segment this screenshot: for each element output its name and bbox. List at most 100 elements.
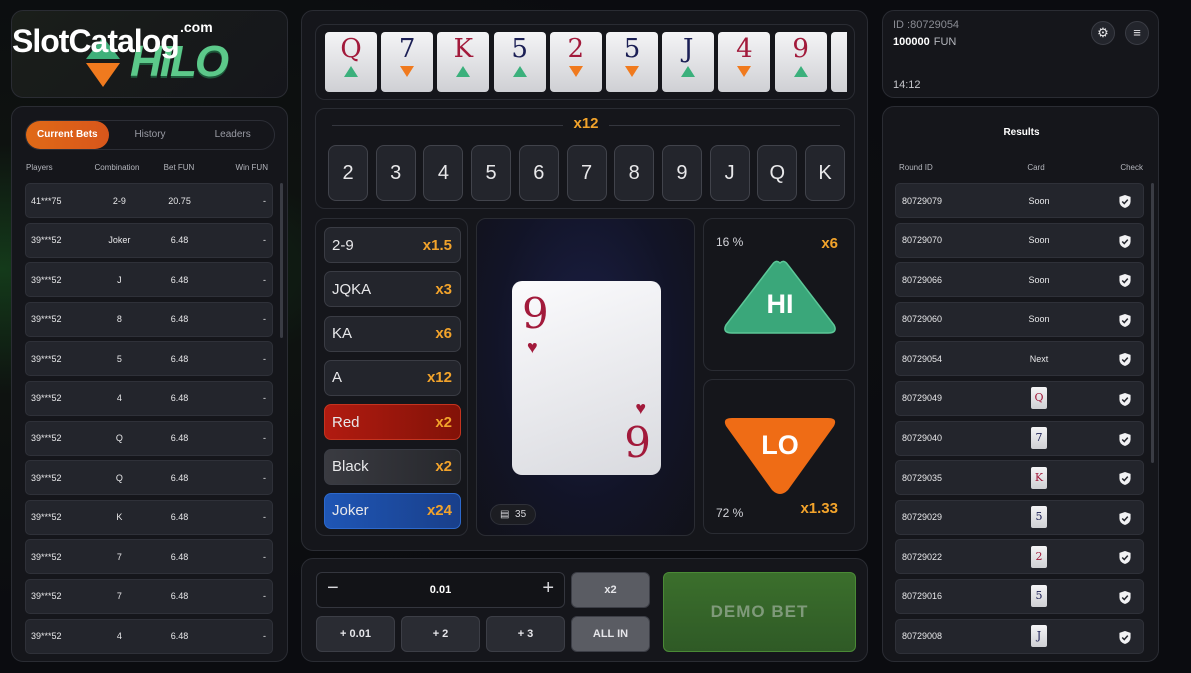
- result-card-cell: Soon: [1028, 195, 1050, 206]
- bets-scrollbar[interactable]: [280, 183, 283, 338]
- side-bet-black[interactable]: Black x2: [324, 448, 461, 485]
- side-bet-multiplier: x24: [426, 502, 452, 520]
- result-row[interactable]: 80729040 7: [895, 420, 1144, 456]
- hi-button[interactable]: HI: [722, 259, 838, 335]
- rank-button-8[interactable]: 8: [614, 145, 655, 201]
- shield-check-icon[interactable]: [1119, 274, 1131, 288]
- lo-bet-panel[interactable]: LO 72 % x1.33: [703, 379, 855, 534]
- account-panel: ID :80729054 100000 FUN ⚙ ≡ 14:12: [882, 10, 1159, 98]
- rank-button-7[interactable]: 7: [566, 145, 607, 201]
- side-bet-jqka[interactable]: JQKA x3: [324, 271, 461, 308]
- rank-button-3[interactable]: 3: [375, 145, 416, 201]
- combination: Q: [115, 472, 123, 483]
- lower-arrow-icon: [400, 66, 415, 77]
- player-name: 39***52: [31, 433, 62, 444]
- bet-row: 39***52 Joker 6.48 -: [25, 222, 273, 258]
- bet-row: 41***75 2-9 20.75 -: [25, 183, 273, 218]
- deck-count-badge: ▤ 35: [490, 504, 537, 525]
- rank-button-k[interactable]: K: [805, 145, 845, 201]
- result-card-cell: Soon: [1028, 235, 1050, 246]
- side-bet-a[interactable]: Ax12: [324, 359, 461, 396]
- stake-value[interactable]: 0.01: [317, 584, 564, 596]
- side-bet-ka[interactable]: KA x6: [324, 315, 461, 352]
- side-bet-joker[interactable]: Joker x24: [324, 492, 461, 529]
- add-001-button[interactable]: + 0.01: [316, 616, 395, 652]
- bet-row: 39***52 J 6.48 -: [25, 262, 273, 298]
- combination: 4: [116, 393, 122, 404]
- result-row[interactable]: 80729070 Soon: [895, 222, 1144, 258]
- result-card: Q: [1031, 387, 1047, 410]
- shield-check-icon[interactable]: [1119, 313, 1131, 327]
- round-id: 80729054: [902, 353, 943, 364]
- gear-icon[interactable]: ⚙: [1091, 21, 1115, 45]
- tab-history[interactable]: History: [109, 121, 192, 149]
- tab-current-bets[interactable]: Current Bets: [26, 121, 109, 149]
- combination: 5: [116, 353, 122, 364]
- result-row[interactable]: 80729035 K: [895, 460, 1144, 496]
- add-2-button[interactable]: + 2: [401, 616, 480, 652]
- increase-stake-button[interactable]: +: [542, 577, 554, 600]
- shield-check-icon[interactable]: [1119, 630, 1131, 644]
- shield-check-icon[interactable]: [1119, 195, 1131, 208]
- bet-amount: 6.48: [170, 591, 189, 602]
- history-card-rank: 4: [736, 34, 753, 64]
- col-win: Win FUN: [235, 163, 268, 172]
- history-card: 5: [493, 32, 546, 92]
- side-bet-red[interactable]: Red x2: [324, 404, 461, 441]
- rank-button-9[interactable]: 9: [661, 145, 702, 201]
- history-card: 7: [381, 32, 434, 92]
- rank-button-5[interactable]: 5: [471, 145, 512, 201]
- result-card-cell: J: [992, 625, 1086, 648]
- round-id: 80729049: [902, 393, 943, 404]
- shield-check-icon[interactable]: [1119, 551, 1131, 565]
- demo-bet-button[interactable]: DEMO BET: [663, 572, 856, 652]
- result-row[interactable]: 80729054 Next: [895, 341, 1144, 377]
- rank-button-4[interactable]: 4: [423, 145, 464, 201]
- shield-check-icon[interactable]: [1119, 234, 1131, 248]
- rank-button-q[interactable]: Q: [757, 145, 798, 201]
- combination: 7: [116, 551, 122, 562]
- result-row[interactable]: 80729049 Q: [895, 380, 1144, 416]
- result-row[interactable]: 80729022 2: [895, 539, 1144, 575]
- all-in-button[interactable]: ALL IN: [571, 616, 650, 652]
- menu-icon[interactable]: ≡: [1125, 21, 1149, 45]
- shield-check-icon[interactable]: [1119, 590, 1131, 604]
- result-row[interactable]: 80729016 5: [895, 578, 1144, 614]
- lo-arrow-icon: [86, 63, 120, 87]
- brand-watermark-suffix: .com: [180, 19, 213, 35]
- bets-list: 41***75 2-9 20.75- 39***52 Joker 6.48- 39***52…: [25, 183, 273, 658]
- win-amount: -: [263, 433, 266, 444]
- tab-leaders[interactable]: Leaders: [191, 121, 274, 149]
- history-card: K: [437, 32, 490, 92]
- rank-button-j[interactable]: J: [709, 145, 750, 201]
- add-3-button[interactable]: + 3: [486, 616, 565, 652]
- player-name: 39***52: [31, 393, 62, 404]
- result-row[interactable]: 80729066 Soon: [895, 262, 1144, 298]
- rank-button-6[interactable]: 6: [518, 145, 559, 201]
- higher-arrow-icon: [512, 66, 527, 77]
- results-scrollbar[interactable]: [1151, 183, 1154, 463]
- shield-check-icon[interactable]: [1119, 472, 1131, 486]
- result-row[interactable]: 80729029 5: [895, 499, 1144, 535]
- history-card-rank: Q: [340, 34, 362, 64]
- shield-check-icon[interactable]: [1119, 353, 1131, 367]
- card-rank-bottom: 9: [624, 418, 651, 467]
- result-card: 5: [1031, 585, 1047, 608]
- shield-check-icon[interactable]: [1119, 392, 1131, 406]
- combination: J: [117, 274, 122, 285]
- double-stake-button[interactable]: x2: [571, 572, 650, 608]
- side-bet-multiplier: x1.5: [422, 236, 452, 254]
- shield-check-icon[interactable]: [1119, 432, 1131, 446]
- rank-button-2[interactable]: 2: [328, 145, 368, 201]
- result-row[interactable]: 80729060 Soon: [895, 301, 1144, 337]
- side-bet-2-9[interactable]: 2-9 x1.5: [324, 227, 461, 263]
- hi-bet-panel[interactable]: 16 % x6 HI: [703, 218, 855, 371]
- shield-check-icon[interactable]: [1119, 511, 1131, 525]
- bet-row: 39***52 Q 6.48 -: [25, 420, 273, 456]
- result-row[interactable]: 80729079 Soon: [895, 183, 1144, 218]
- player-name: 39***52: [31, 551, 62, 562]
- lo-button[interactable]: LO: [722, 416, 838, 496]
- result-row[interactable]: 80729008 J: [895, 618, 1144, 654]
- result-card: 7: [1031, 427, 1047, 450]
- round-id: 80729022: [902, 551, 943, 562]
